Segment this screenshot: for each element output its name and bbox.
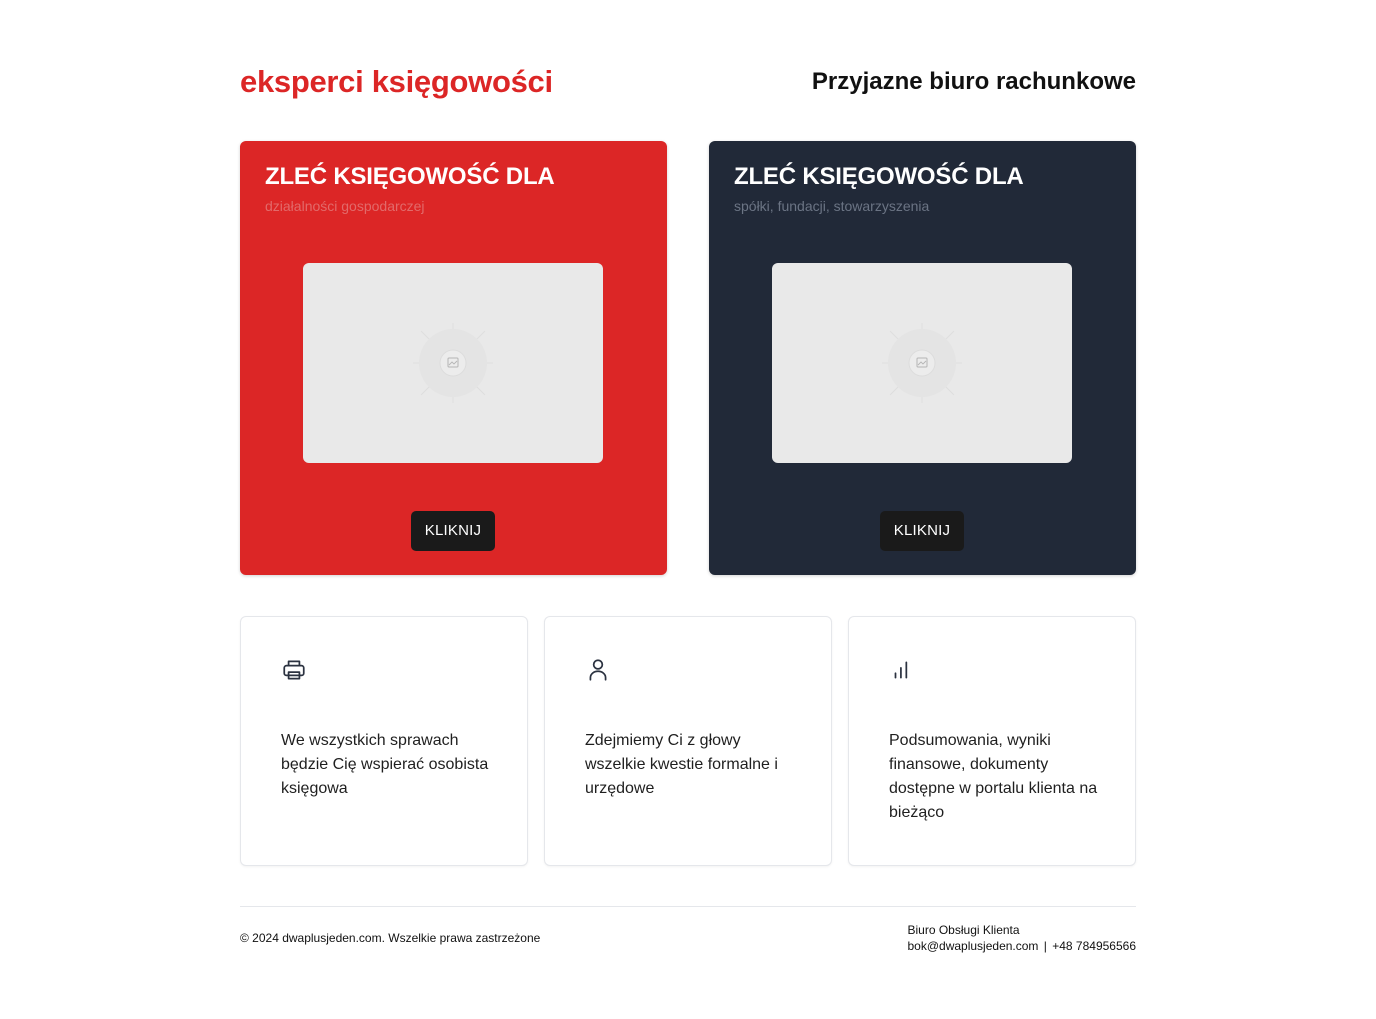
image-placeholder [303,263,603,463]
contact-phone[interactable]: +48 784956566 [1052,939,1136,953]
page-header: eksperci księgowości Przyjazne biuro rac… [240,62,1136,106]
footer-divider [240,906,1136,907]
brand-logo-text[interactable]: eksperci księgowości [240,62,553,102]
image-placeholder [772,263,1072,463]
footer-contact: Biuro Obsługi Klienta bok@dwaplusjeden.c… [908,922,1137,954]
hero-title: ZLEĆ KSIĘGOWOŚĆ DLA [734,163,1024,190]
feature-text: Podsumowania, wyniki finansowe, dokument… [889,732,1098,821]
kliknij-button[interactable]: KLIKNIJ [411,511,495,551]
image-placeholder-icon [882,323,962,403]
bar-chart-icon [894,661,908,679]
page-container: eksperci księgowości Przyjazne biuro rac… [240,0,1136,1019]
feature-text: Zdejmiemy Ci z głowy wszelkie kwestie fo… [585,732,778,797]
printer-icon [283,660,305,680]
hero-subtitle: spółki, fundacji, stowarzyszenia [734,198,930,214]
footer-copyright: © 2024 dwaplusjeden.com. Wszelkie prawa … [240,931,541,945]
hero-card-company: ZLEĆ KSIĘGOWOŚĆ DLA spółki, fundacji, st… [709,141,1136,575]
image-placeholder-icon [413,323,493,403]
page-tagline: Przyjazne biuro rachunkowe [811,68,1136,95]
hero-card-business: ZLEĆ KSIĘGOWOŚĆ DLA działalności gospoda… [240,141,667,575]
feature-card-accountant: We wszystkich sprawach będzie Cię wspier… [240,616,528,866]
kliknij-button[interactable]: KLIKNIJ [880,511,964,551]
user-icon [589,659,607,681]
contact-line: bok@dwaplusjeden.com | +48 784956566 [908,938,1137,954]
contact-title: Biuro Obsługi Klienta [907,923,1020,937]
contact-email[interactable]: bok@dwaplusjeden.com [908,939,1039,953]
contact-separator: | [1043,939,1047,953]
feature-text: We wszystkich sprawach będzie Cię wspier… [281,732,489,797]
feature-card-formalities: Zdejmiemy Ci z głowy wszelkie kwestie fo… [544,616,832,866]
feature-card-portal: Podsumowania, wyniki finansowe, dokument… [848,616,1136,866]
hero-title: ZLEĆ KSIĘGOWOŚĆ DLA [265,163,555,190]
hero-subtitle: działalności gospodarczej [265,198,425,214]
